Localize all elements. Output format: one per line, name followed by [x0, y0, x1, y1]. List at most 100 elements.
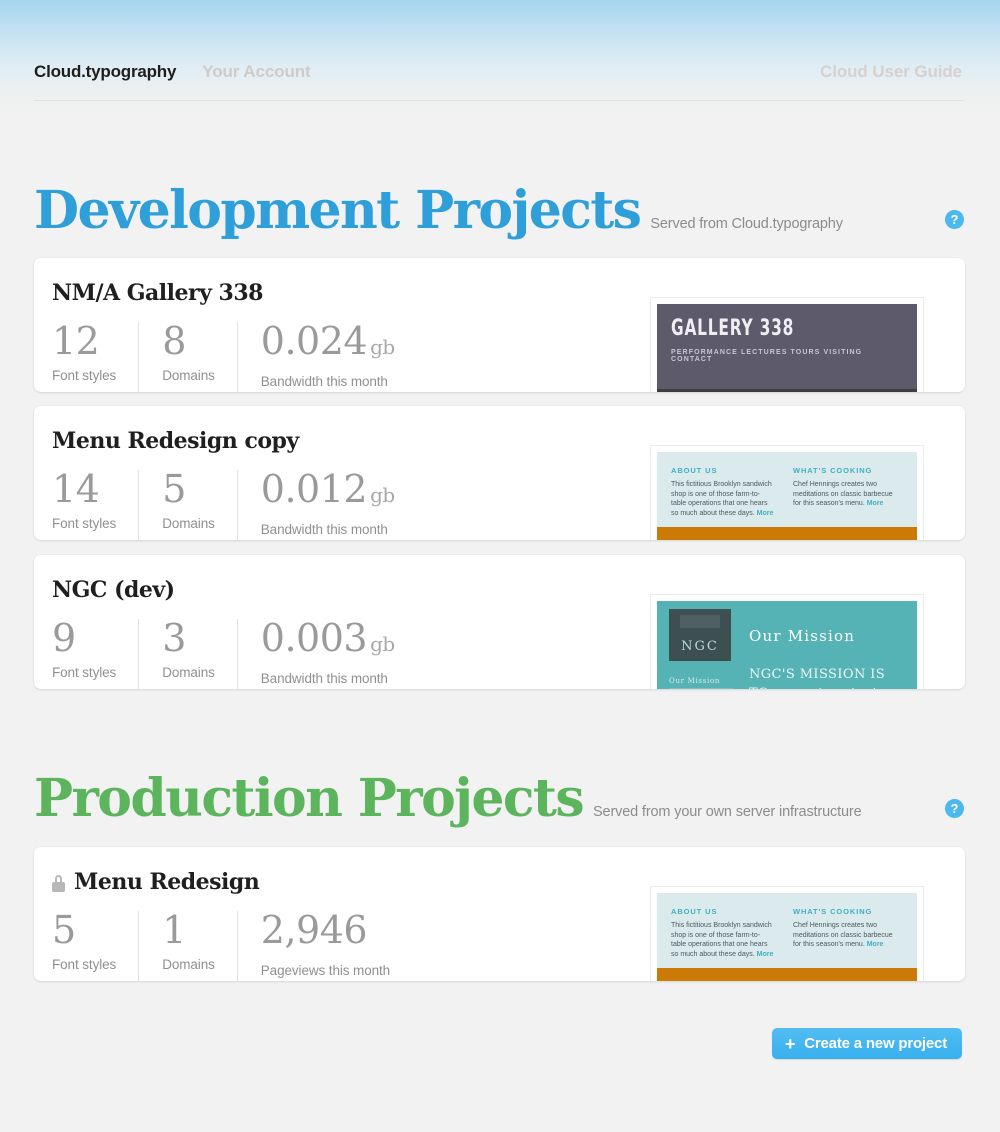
thumb-column-about: ABOUT US This fictitious Brooklyn sandwi…: [671, 466, 775, 518]
stat-unit: gb: [370, 483, 395, 507]
stat-label: Font styles: [52, 957, 117, 972]
stat-label: Pageviews this month: [260, 963, 391, 978]
thumb-body: This fictitious Brooklyn sandwich shop i…: [671, 922, 774, 958]
thumb-heading: WHAT'S COOKING: [793, 907, 873, 916]
project-title-text: NM/A Gallery 338: [52, 280, 263, 306]
stat-font-styles: 5 Font styles: [52, 907, 138, 978]
stat-domains: 8 Domains: [138, 318, 237, 392]
thumb-column-cooking: WHAT'S COOKING Chef Hennings creates two…: [793, 907, 897, 959]
thumb-nav: Our Mission Programs Get Involved Suppor…: [669, 673, 733, 689]
thumb-banner: LUNCH: [657, 527, 917, 540]
top-navigation: Cloud.typography Your Account Cloud User…: [0, 62, 1000, 102]
stat-domains: 1 Domains: [138, 907, 237, 981]
thumb-column-cooking: WHAT'S COOKING Chef Hennings creates two…: [793, 466, 897, 518]
stat-pageviews: 2,946 Pageviews this month: [236, 907, 412, 981]
project-title-text: Menu Redesign copy: [52, 428, 299, 454]
project-title: NGC (dev): [52, 577, 175, 603]
thumb-heading: ABOUT US: [671, 907, 718, 916]
project-thumbnail[interactable]: ABOUT US This fictitious Brooklyn sandwi…: [651, 446, 923, 540]
project-card[interactable]: Menu Redesign copy 14 Font styles 5 Doma…: [34, 406, 965, 540]
help-icon-production[interactable]: ?: [945, 799, 964, 818]
help-icon-development[interactable]: ?: [945, 210, 964, 229]
project-title: NM/A Gallery 338: [52, 280, 263, 306]
project-card[interactable]: NM/A Gallery 338 12 Font styles 8 Domain…: [34, 258, 965, 392]
project-thumbnail[interactable]: NGC Our Mission Our Mission Programs Get…: [651, 595, 923, 689]
project-title: Menu Redesign copy: [52, 428, 299, 454]
stat-font-styles: 9 Font styles: [52, 615, 138, 686]
thumb-logo: NGC: [681, 639, 719, 654]
stat-domains: 5 Domains: [138, 466, 237, 540]
thumb-body: This fictitious Brooklyn sandwich shop i…: [671, 481, 774, 517]
brand-logo[interactable]: Cloud.typography: [34, 62, 176, 82]
stat-label: Font styles: [52, 665, 117, 680]
thumbnail-image-gallery338: GALLERY 338 PERFORMANCE LECTURES TOURS V…: [657, 304, 917, 392]
section-header-development: Development Projects Served from Cloud.t…: [34, 185, 843, 237]
stat-label: Font styles: [52, 516, 117, 531]
section-title-production: Production Projects: [34, 768, 585, 829]
stat-value: 3: [162, 616, 186, 660]
stat-value: 0.012 gb: [260, 467, 395, 511]
stat-label: Bandwidth this month: [260, 374, 388, 389]
stat-domains: 3 Domains: [138, 615, 237, 689]
stat-bandwidth: 0.012 gb Bandwidth this month: [236, 466, 417, 540]
stat-label: Domains: [162, 957, 215, 972]
header-divider: [34, 100, 964, 101]
section-title-development: Development Projects: [34, 180, 642, 241]
stat-value: 5: [52, 908, 76, 952]
thumb-more-link: More: [756, 950, 774, 958]
thumb-body: NGC'S MISSION IS TO present content that…: [749, 667, 886, 689]
stat-bandwidth: 0.024 gb Bandwidth this month: [236, 318, 417, 392]
project-thumbnail[interactable]: ABOUT US This fictitious Brooklyn sandwi…: [651, 887, 923, 981]
stat-label: Domains: [162, 665, 215, 680]
thumbnail-image-ngc: NGC Our Mission Our Mission Programs Get…: [657, 601, 917, 689]
thumb-banner: LUNCH: [657, 968, 917, 981]
thumb-heading: ABOUT US: [671, 466, 718, 475]
thumb-body: Chef Hennings creates two meditations on…: [793, 922, 893, 948]
thumb-banner-text: LUNCH: [663, 539, 917, 540]
thumb-body: Chef Hennings creates two meditations on…: [793, 481, 893, 507]
stat-value: 14: [52, 467, 100, 511]
nav-item-cloud-user-guide[interactable]: Cloud User Guide: [820, 62, 962, 82]
section-header-production: Production Projects Served from your own…: [34, 773, 862, 825]
stat-bandwidth: 0.003 gb Bandwidth this month: [236, 615, 417, 689]
stat-value: 2,946: [260, 908, 368, 952]
section-subtitle-production: Served from your own server infrastructu…: [593, 804, 862, 820]
project-stats: 12 Font styles 8 Domains 0.024 gb Bandwid…: [52, 318, 417, 392]
project-stats: 14 Font styles 5 Domains 0.012 gb Bandwid…: [52, 466, 417, 540]
thumb-logo-box-inner: [680, 615, 720, 628]
project-title-text: Menu Redesign: [74, 869, 260, 895]
thumb-heading: Our Mission: [749, 627, 856, 645]
project-card[interactable]: Menu Redesign 5 Font styles 1 Domains 2,…: [34, 847, 965, 981]
page-root: Cloud.typography Your Account Cloud User…: [0, 0, 1000, 1132]
nav-item-your-account[interactable]: Your Account: [202, 62, 310, 82]
stat-value: 8: [162, 319, 186, 363]
section-subtitle-development: Served from Cloud.typography: [650, 216, 843, 232]
stat-value: 0.003 gb: [260, 616, 395, 660]
create-new-project-label: Create a new project: [804, 1035, 947, 1052]
stat-font-styles: 14 Font styles: [52, 466, 138, 537]
project-title: Menu Redesign: [52, 869, 260, 895]
project-thumbnail[interactable]: GALLERY 338 PERFORMANCE LECTURES TOURS V…: [651, 298, 923, 392]
stat-label: Bandwidth this month: [260, 522, 388, 537]
project-card[interactable]: NGC (dev) 9 Font styles 3 Domains 0.003 g…: [34, 555, 965, 689]
thumb-nav: PERFORMANCE LECTURES TOURS VISITING CONT…: [671, 349, 863, 363]
thumb-more-link: More: [866, 941, 884, 948]
stat-font-styles: 12 Font styles: [52, 318, 138, 389]
stat-label: Bandwidth this month: [260, 671, 388, 686]
stat-value: 9: [52, 616, 76, 660]
stat-value: 12: [52, 319, 100, 363]
thumbnail-image-menu: ABOUT US This fictitious Brooklyn sandwi…: [657, 452, 917, 540]
project-stats: 5 Font styles 1 Domains 2,946 Pageviews …: [52, 907, 412, 981]
create-new-project-button[interactable]: + Create a new project: [771, 1028, 962, 1059]
project-stats: 9 Font styles 3 Domains 0.003 gb Bandwidt…: [52, 615, 417, 689]
thumb-nav-item: Our Mission: [669, 673, 733, 689]
thumb-heading: WHAT'S COOKING: [793, 466, 873, 475]
sky-gradient-banner: [0, 0, 1000, 120]
stat-value: 1: [162, 908, 186, 952]
stat-unit: gb: [370, 632, 395, 656]
stat-label: Domains: [162, 368, 215, 383]
nav-left-group: Cloud.typography Your Account: [34, 62, 311, 82]
thumb-more-link: More: [756, 509, 774, 517]
plus-icon: +: [784, 1033, 796, 1054]
stat-label: Font styles: [52, 368, 117, 383]
